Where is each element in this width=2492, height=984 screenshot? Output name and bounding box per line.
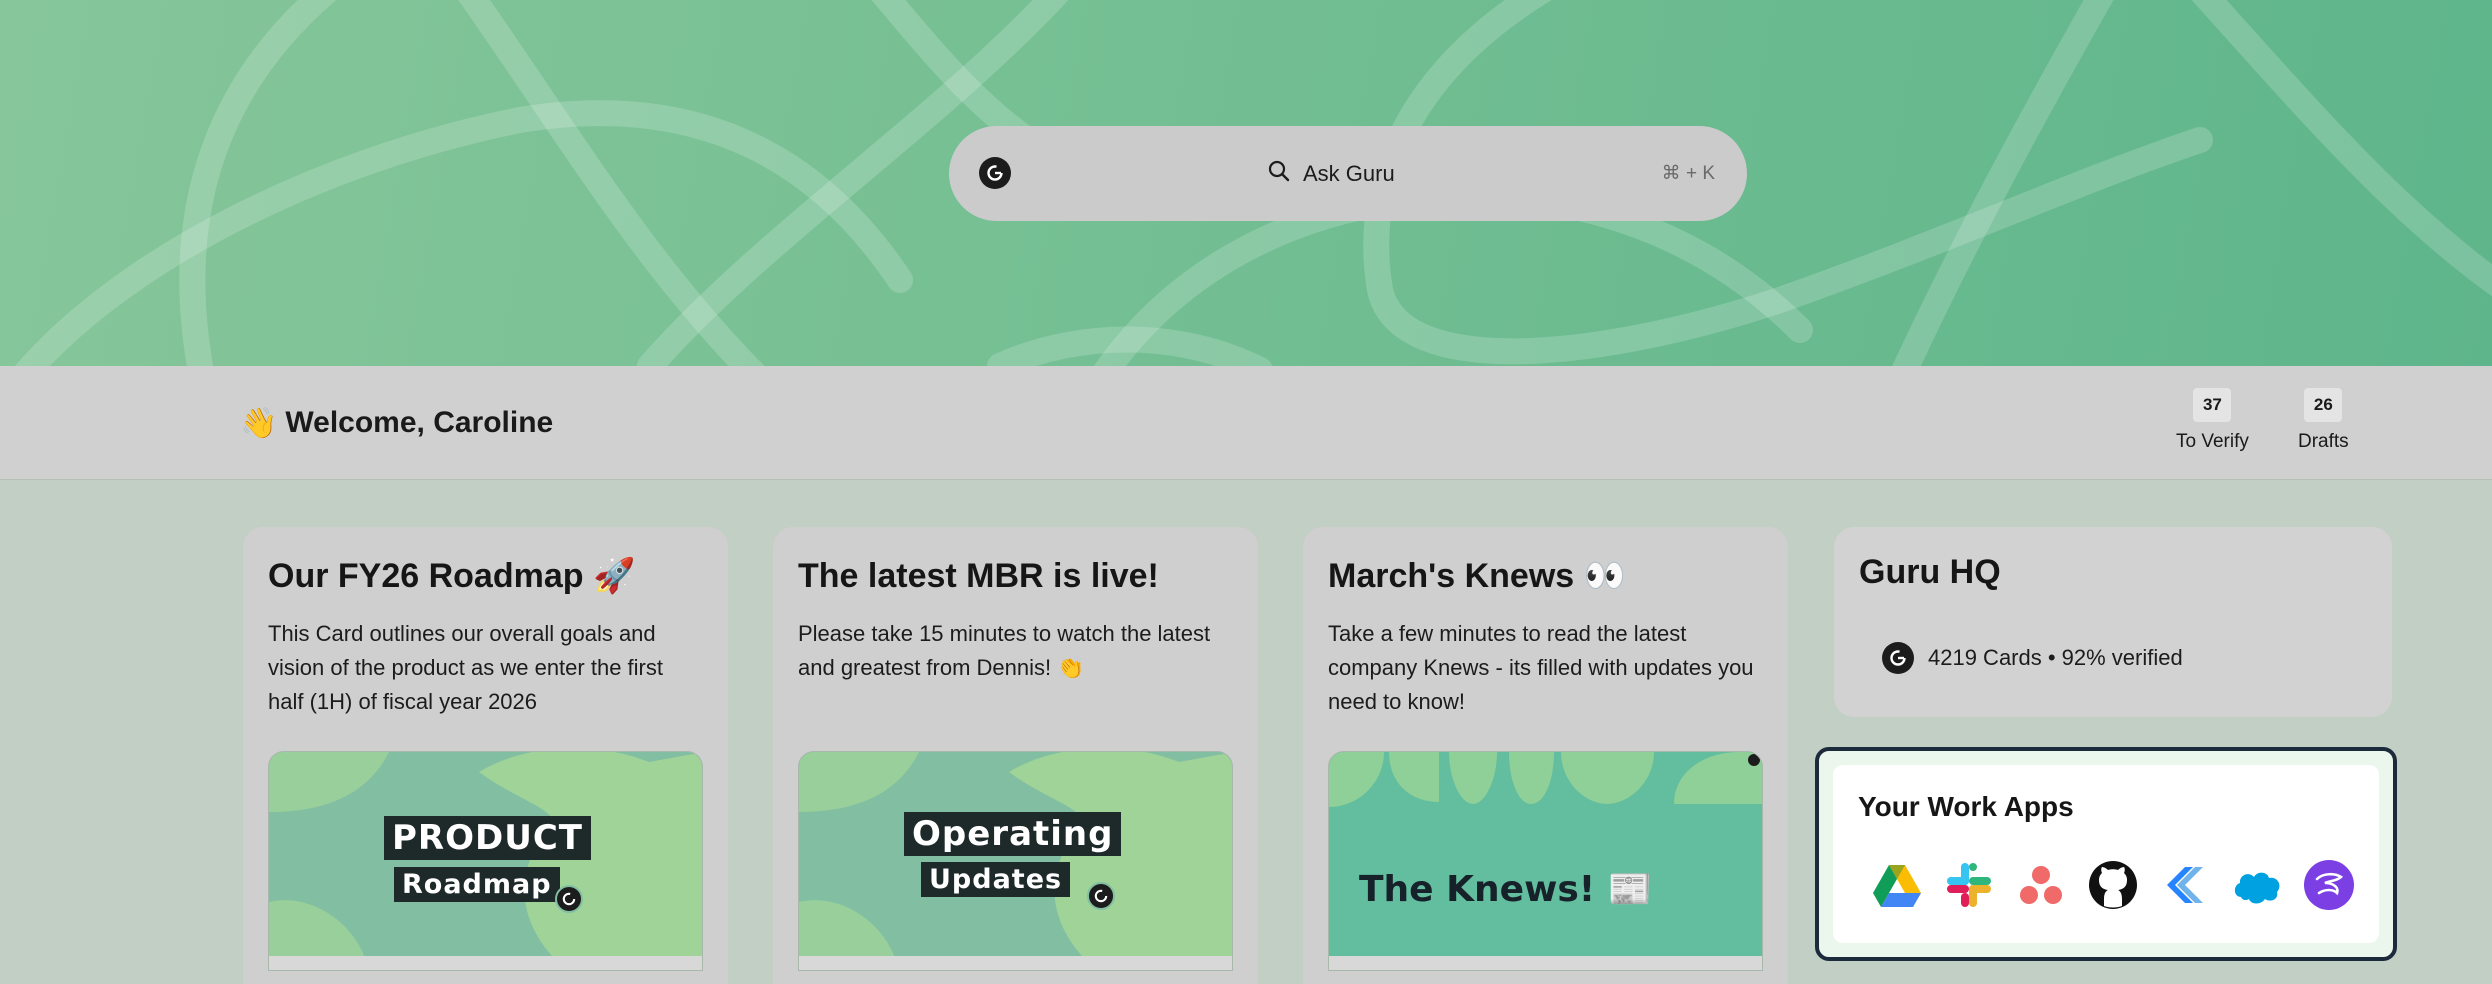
slack-icon[interactable]: [1943, 859, 1995, 911]
welcome-bar: 👋 Welcome, Caroline 37 To Verify 26 Draf…: [0, 366, 2492, 480]
hq-title: Guru HQ: [1859, 553, 2001, 591]
thumbnail-title: PRODUCT: [384, 816, 591, 860]
card-thumbnail[interactable]: PRODUCT Roadmap: [268, 751, 703, 971]
welcome-text: Welcome, Caroline: [285, 406, 554, 439]
to-verify-label: To Verify: [2176, 431, 2249, 452]
work-apps-panel: Your Work Apps: [1815, 747, 2397, 961]
card-title: Our FY26 Roadmap 🚀: [268, 557, 636, 595]
card-title: The latest MBR is live!: [798, 557, 1159, 595]
guru-logo-icon: [979, 157, 1011, 189]
thumbnail-title: The Knews! 📰: [1359, 869, 1653, 910]
card-body: Please take 15 minutes to watch the late…: [798, 621, 1211, 680]
guru-hq-panel[interactable]: Guru HQ 4219 Cards • 92% verified: [1834, 527, 2392, 717]
github-icon[interactable]: [2087, 859, 2139, 911]
search-bar[interactable]: Ask Guru ⌘ + K: [949, 126, 1747, 221]
card-thumbnail[interactable]: Operating Updates: [798, 751, 1233, 971]
announcement-card[interactable]: March's Knews 👀 Take a few minutes to re…: [1303, 527, 1788, 984]
welcome-heading: 👋 Welcome, Caroline: [240, 366, 553, 480]
wave-emoji: 👋: [240, 406, 278, 440]
thumbnail-title: Operating: [904, 812, 1122, 856]
drafts-count: 26: [2304, 388, 2343, 422]
hero-banner: Ask Guru ⌘ + K: [0, 0, 2492, 366]
guru-logo-icon: [1882, 642, 1914, 674]
salesforce-icon[interactable]: [2231, 859, 2283, 911]
google-drive-icon[interactable]: [1871, 859, 1923, 911]
card-thumbnail[interactable]: The Knews! 📰: [1328, 751, 1763, 971]
to-verify-count: 37: [2193, 388, 2232, 422]
card-body: This Card outlines our overall goals and…: [268, 621, 663, 714]
drafts-label: Drafts: [2298, 431, 2349, 452]
hq-stats: 4219 Cards • 92% verified: [1928, 645, 2183, 670]
guru-logo-icon: [555, 885, 583, 913]
thumbnail-blobs: [269, 752, 702, 970]
work-apps-title: Your Work Apps: [1858, 791, 2074, 822]
thumbnail-scallops: [1329, 752, 1762, 807]
guru-logo-icon: [1087, 882, 1115, 910]
app-icon[interactable]: [2303, 859, 2355, 911]
announcement-card[interactable]: The latest MBR is live! Please take 15 m…: [773, 527, 1258, 984]
thumbnail-subtitle: Roadmap: [394, 867, 560, 902]
card-body: Take a few minutes to read the latest co…: [1328, 621, 1754, 714]
search-input[interactable]: Ask Guru: [1303, 161, 1395, 187]
search-icon: [1267, 159, 1291, 188]
announcement-card[interactable]: Our FY26 Roadmap 🚀 This Card outlines ou…: [243, 527, 728, 984]
search-shortcut-hint: ⌘ + K: [1661, 163, 1715, 184]
to-verify-stat[interactable]: 37 To Verify: [2176, 388, 2249, 453]
jira-icon[interactable]: [2159, 859, 2211, 911]
thumbnail-subtitle: Updates: [921, 862, 1071, 897]
asana-icon[interactable]: [2015, 859, 2067, 911]
drafts-stat[interactable]: 26 Drafts: [2298, 388, 2349, 453]
card-title: March's Knews 👀: [1328, 557, 1626, 595]
